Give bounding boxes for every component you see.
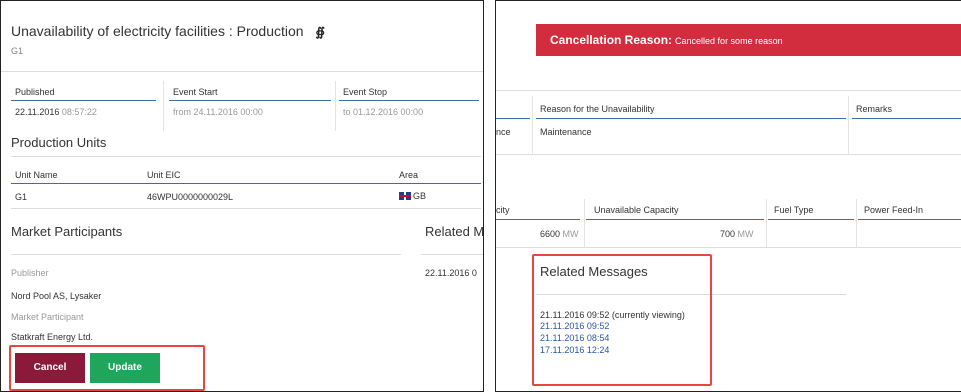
col-header-event-start: Event Start — [173, 87, 218, 97]
header-underline — [339, 100, 479, 101]
header-underline — [852, 118, 961, 119]
divider — [496, 154, 961, 155]
production-units-heading: Production Units — [11, 135, 107, 150]
divider — [11, 208, 481, 209]
header-underline — [11, 100, 156, 101]
header-underline — [496, 118, 530, 119]
divider — [1, 71, 483, 72]
header-underline — [536, 118, 846, 119]
column-separator — [766, 199, 767, 247]
header-underline — [768, 219, 854, 220]
highlight-box-related-messages — [532, 254, 712, 386]
cancel-button[interactable]: Cancel — [15, 353, 85, 383]
header-underline — [11, 183, 481, 184]
published-time: 08:57:22 — [61, 107, 97, 117]
market-participants-heading: Market Participants — [11, 224, 123, 239]
left-screenshot-panel: Unavailability of electricity facilities… — [0, 0, 484, 392]
header-underline — [169, 100, 331, 101]
reason-cut-value: nce — [496, 127, 511, 137]
unavailable-capacity-unit: MW — [737, 229, 754, 239]
unavailable-capacity-number: 700 — [720, 229, 736, 239]
installed-capacity-value: 6600 MW — [540, 229, 579, 239]
area-value: GB — [399, 191, 426, 201]
column-separator — [856, 199, 857, 247]
column-separator — [532, 96, 533, 154]
col-header-capacity-cut: city — [496, 205, 510, 215]
col-header-event-stop: Event Stop — [343, 87, 388, 97]
column-separator — [848, 96, 849, 154]
unit-name-value: G1 — [15, 192, 28, 202]
installed-capacity-unit: MW — [562, 229, 579, 239]
col-header-power-feed-in: Power Feed-In — [864, 205, 924, 215]
unit-eic-value: 46WPU0000000029L — [147, 192, 234, 202]
rss-feed-icon[interactable]: ∯ — [315, 25, 324, 39]
col-header-fuel-type: Fuel Type — [774, 205, 814, 215]
divider — [421, 254, 483, 255]
col-header-remarks: Remarks — [856, 104, 893, 114]
col-header-unit-name: Unit Name — [15, 170, 58, 180]
cancellation-banner: Cancellation Reason: Cancelled for some r… — [536, 24, 961, 56]
header-underline — [496, 219, 580, 220]
cancellation-label: Cancellation Reason: — [550, 33, 673, 47]
header-underline — [586, 219, 764, 220]
col-header-reason: Reason for the Unavailability — [540, 104, 655, 114]
participant-label: Market Participant — [11, 312, 84, 322]
divider — [11, 156, 481, 157]
divider — [11, 254, 401, 255]
col-header-unavailable-capacity: Unavailable Capacity — [594, 205, 679, 215]
publisher-label: Publisher — [11, 268, 49, 278]
publisher-value: Nord Pool AS, Lysaker — [11, 291, 102, 301]
cancellation-reason: Cancelled for some reason — [675, 36, 783, 46]
column-separator — [163, 81, 164, 131]
related-message-date-cut: 22.11.2016 0 — [425, 268, 477, 278]
page-title: Unavailability of electricity facilities… — [11, 23, 325, 39]
published-value: 22.11.2016 08:57:22 — [15, 107, 97, 117]
reason-value: Maintenance — [540, 127, 592, 137]
related-messages-heading-cut: Related M — [425, 224, 484, 239]
area-code: GB — [413, 191, 427, 201]
header-underline — [858, 219, 961, 220]
col-header-published: Published — [15, 87, 55, 97]
page-title-text: Unavailability of electricity facilities… — [11, 23, 304, 39]
participant-value: Statkraft Energy Ltd. — [11, 332, 94, 342]
page-subtitle: G1 — [11, 46, 24, 56]
event-start-value: from 24.11.2016 00:00 — [173, 107, 263, 117]
event-stop-value: to 01.12.2016 00:00 — [343, 107, 424, 117]
col-header-area: Area — [399, 170, 419, 180]
update-button[interactable]: Update — [90, 353, 160, 383]
divider — [496, 247, 961, 248]
installed-capacity-number: 6600 — [540, 229, 561, 239]
divider — [496, 90, 961, 91]
column-separator — [335, 81, 336, 131]
uk-flag-icon — [399, 192, 411, 200]
published-date: 22.11.2016 — [15, 107, 60, 117]
column-separator — [584, 199, 585, 247]
unavailable-capacity-value: 700 MW — [720, 229, 754, 239]
right-screenshot-panel: Cancellation Reason: Cancelled for some r… — [495, 0, 961, 392]
col-header-unit-eic: Unit EIC — [147, 170, 181, 180]
